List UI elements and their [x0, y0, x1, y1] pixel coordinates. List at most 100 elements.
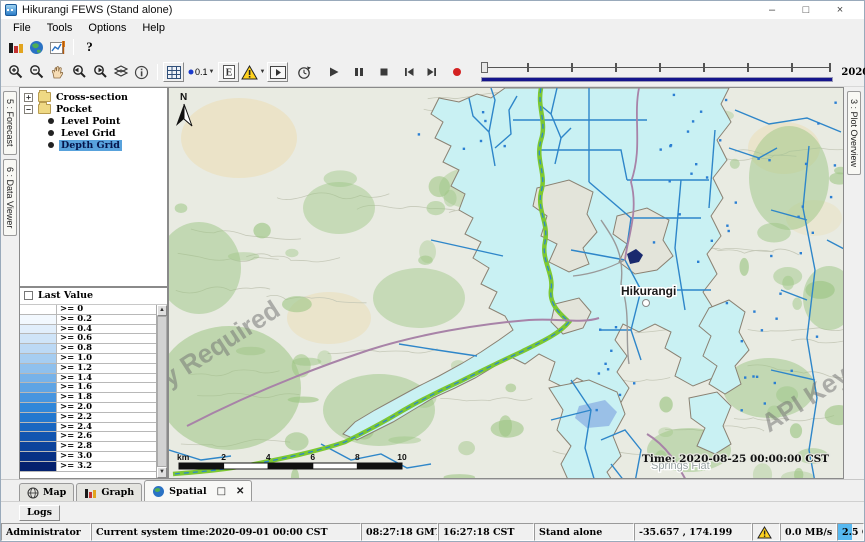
legend-scrollbar[interactable]: ▲ ▼	[156, 305, 167, 478]
zoom-next-icon	[92, 64, 108, 80]
legend-toggle-button[interactable]: E	[218, 62, 239, 82]
status-system-time: Current system time:2020-09-01 00:00 CST	[91, 523, 361, 541]
menu-options[interactable]: Options	[80, 21, 134, 35]
spatial-globe-icon	[152, 485, 165, 498]
zoom-out-button[interactable]	[26, 62, 47, 82]
help-button[interactable]: ?	[79, 37, 100, 57]
close-button[interactable]: ×	[834, 4, 846, 16]
last-value-checkbox[interactable]	[24, 291, 33, 300]
town-label: Hikurangi	[621, 284, 676, 298]
tree-item-pocket[interactable]: − Pocket	[20, 103, 167, 115]
warning-dropdown[interactable]: ▼	[239, 62, 267, 82]
logs-button[interactable]: Logs	[19, 505, 60, 521]
play-button[interactable]	[323, 62, 344, 82]
run-animation-button[interactable]	[294, 62, 315, 82]
status-user: Administrator	[1, 523, 91, 541]
town-symbol	[643, 300, 650, 307]
tab-data-viewer[interactable]: 6 : Data Viewer	[3, 159, 17, 236]
maximize-button[interactable]: □	[800, 4, 812, 16]
color-swatch	[20, 452, 57, 461]
tree-label[interactable]: Pocket	[54, 104, 94, 115]
memory-label: 2.5 GB	[838, 527, 864, 538]
status-coordinates: -35.657 , 174.199	[634, 523, 752, 541]
color-swatch	[20, 334, 57, 343]
pause-button[interactable]	[348, 62, 369, 82]
time-slider[interactable]	[479, 60, 835, 84]
svg-text:6: 6	[310, 452, 315, 462]
help-label: ?	[86, 39, 93, 55]
zoom-in-icon	[8, 64, 24, 80]
title-bar[interactable]: Hikurangi FEWS (Stand alone) – □ ×	[1, 1, 864, 19]
tab-spatial[interactable]: Spatial □ ✕	[144, 480, 252, 501]
tab-close-icon[interactable]: ✕	[236, 486, 244, 497]
app-window: Hikurangi FEWS (Stand alone) – □ × File …	[0, 0, 865, 542]
chart-flag-icon	[50, 40, 66, 55]
menu-help[interactable]: Help	[134, 21, 173, 35]
tree-item-depth-grid[interactable]: Depth Grid	[20, 139, 167, 151]
tree-label[interactable]: Level Grid	[59, 128, 118, 139]
movie-icon	[270, 66, 286, 79]
tab-plot-overview[interactable]: 3 : Plot Overview	[847, 91, 861, 175]
scroll-up-icon[interactable]: ▲	[157, 305, 167, 316]
svg-text:10: 10	[397, 452, 407, 462]
scroll-thumb[interactable]	[157, 316, 167, 467]
status-network: 0.0 MB/s	[780, 523, 837, 541]
expand-icon[interactable]: +	[24, 93, 33, 102]
tab-map-label: Map	[43, 487, 66, 498]
animation-window-button[interactable]	[267, 62, 288, 82]
toolbar-separator	[157, 64, 158, 80]
left-tab-strip: 5 : Forecast 6 : Data Viewer	[1, 87, 19, 479]
last-value-label: Last Value	[38, 290, 93, 301]
chevron-down-icon: ▼	[209, 69, 215, 75]
tree-item-level-point[interactable]: Level Point	[20, 115, 167, 127]
run-clock-icon	[297, 65, 312, 80]
graph-bars-icon	[84, 487, 97, 499]
tab-forecast[interactable]: 5 : Forecast	[3, 91, 17, 155]
current-date-label: 2020-08-25 00:00:00 CST	[841, 67, 865, 78]
legend-e-icon: E	[223, 65, 235, 79]
menu-file[interactable]: File	[5, 21, 39, 35]
go-to-end-button[interactable]	[421, 62, 442, 82]
stop-button[interactable]	[373, 62, 394, 82]
grid-display-button[interactable]	[163, 62, 184, 82]
tab-graph[interactable]: Graph	[76, 483, 142, 501]
pan-button[interactable]	[47, 62, 68, 82]
info-button[interactable]	[131, 62, 152, 82]
record-button[interactable]	[446, 62, 467, 82]
spatial-display-button[interactable]	[26, 37, 47, 57]
timeseries-display-button[interactable]	[47, 37, 68, 57]
tree-label[interactable]: Level Point	[59, 116, 122, 127]
svg-text:2: 2	[221, 452, 226, 462]
scroll-down-icon[interactable]: ▼	[157, 467, 167, 478]
dot-icon	[188, 69, 194, 75]
color-swatch	[20, 364, 57, 373]
status-warning[interactable]	[752, 523, 780, 541]
slider-thumb[interactable]	[481, 62, 488, 73]
color-swatch	[20, 462, 57, 471]
legend-row: >= 3.2	[20, 462, 156, 472]
tab-map[interactable]: Map	[19, 483, 74, 501]
app-icon	[5, 4, 17, 16]
database-display-button[interactable]	[5, 37, 26, 57]
node-bullet-icon	[48, 130, 54, 136]
zoom-previous-button[interactable]	[68, 62, 89, 82]
tree-item-level-grid[interactable]: Level Grid	[20, 127, 167, 139]
info-icon	[134, 65, 149, 80]
collapse-icon[interactable]: −	[24, 105, 33, 114]
layers-icon	[113, 65, 129, 79]
zoom-in-button[interactable]	[5, 62, 26, 82]
menu-tools[interactable]: Tools	[39, 21, 81, 35]
class-interval-dropdown[interactable]: 0.1 ▼	[186, 62, 216, 82]
tree-label-selected[interactable]: Depth Grid	[59, 140, 122, 151]
tree-label[interactable]: Cross-section	[54, 92, 130, 103]
go-to-start-button[interactable]	[398, 62, 419, 82]
zoom-out-icon	[29, 64, 45, 80]
tab-maximize-icon[interactable]: □	[217, 486, 226, 497]
map-view[interactable]: N km 2 4 6 8 10 API Key Re	[169, 87, 844, 479]
interval-value: 0.1	[195, 67, 208, 77]
zoom-next-button[interactable]	[89, 62, 110, 82]
main-toolbar: ?	[1, 36, 864, 58]
status-gmt-time: 08:27:18 GMT	[361, 523, 438, 541]
layers-button[interactable]	[110, 62, 131, 82]
minimize-button[interactable]: –	[766, 4, 778, 16]
